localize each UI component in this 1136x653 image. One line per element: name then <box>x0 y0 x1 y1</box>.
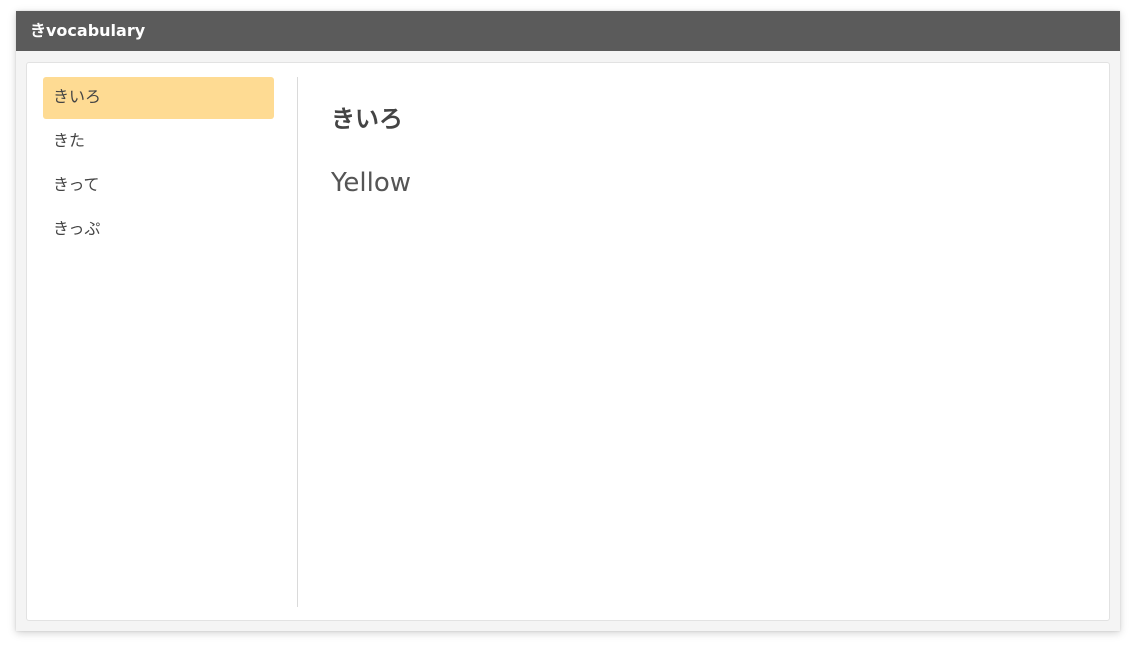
word-list-item-label: きっぷ <box>53 219 101 238</box>
main-panel: きいろ きた きって きっぷ きいろ Yellow <box>26 62 1110 621</box>
word-heading: きいろ <box>331 105 403 133</box>
title-bar: きvocabulary <box>16 11 1120 51</box>
app-window: きvocabulary きいろ きた きって きっぷ きいろ Yellow <box>16 11 1120 631</box>
word-list-item-label: きた <box>53 131 86 150</box>
word-list-item-kippu[interactable]: きっぷ <box>43 209 274 251</box>
word-detail: きいろ Yellow <box>331 99 411 199</box>
app-title: きvocabulary <box>30 21 146 40</box>
word-list: きいろ きた きって きっぷ <box>43 77 274 253</box>
word-list-item-kitte[interactable]: きって <box>43 165 274 207</box>
word-list-item-label: きいろ <box>53 87 102 106</box>
word-list-item-kita[interactable]: きた <box>43 121 274 163</box>
panel-divider <box>297 77 298 607</box>
word-meaning: Yellow <box>331 168 412 198</box>
word-list-item-kiiro[interactable]: きいろ <box>43 77 274 119</box>
word-list-item-label: きって <box>53 175 100 194</box>
